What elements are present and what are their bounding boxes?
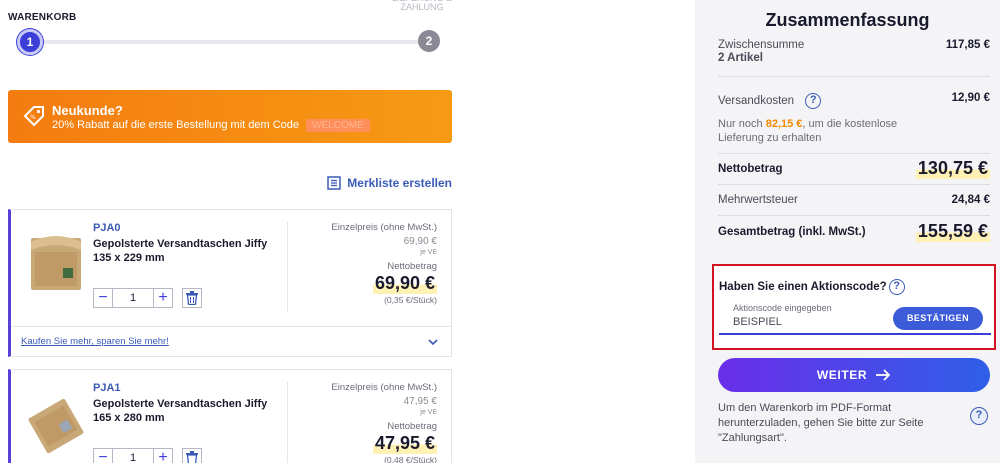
padded-envelope-image	[31, 236, 81, 290]
unit-price: 69,90 €	[403, 236, 437, 247]
trash-icon	[186, 291, 198, 305]
grand-total-value: 155,59 €	[915, 221, 990, 242]
vat-label: Mehrwertsteuer	[718, 194, 798, 206]
promo-help-icon[interactable]: ?	[888, 279, 905, 295]
step-2-label: LIEFERUNG & ZAHLUNG	[392, 0, 452, 12]
net-price: 47,95 €	[372, 433, 437, 454]
remove-item-button[interactable]	[182, 448, 202, 463]
promo-code-badge: WELCOME	[306, 119, 370, 132]
price-per-piece: (0,48 €/Stück)	[384, 455, 437, 463]
free-shipping-note: Nur noch 82,15 €, um die kostenlose Lief…	[718, 117, 908, 145]
shipping-label: Versandkosten	[718, 95, 795, 108]
pdf-download-note: Um den Warenkorb im PDF-Format herunterz…	[718, 402, 924, 444]
promo-text: 20% Rabatt auf die erste Bestellung mit …	[52, 119, 370, 132]
price-block: Einzelpreis (ohne MwSt.) 47,95 € je VE N…	[287, 382, 437, 463]
promo-code-field-label: Aktionscode eingegeben	[733, 303, 832, 313]
chevron-down-icon[interactable]	[427, 336, 439, 348]
shipping-help-icon[interactable]: ?	[805, 93, 822, 109]
quantity-input[interactable]: 1	[113, 288, 153, 308]
wishlist-label: Merkliste erstellen	[347, 176, 452, 190]
promo-code-heading: Haben Sie einen Aktionscode? ?	[719, 279, 905, 295]
checkout-stepper: WARENKORB LIEFERUNG & ZAHLUNG 1 2	[8, 0, 452, 60]
subtotal-value: 117,85 €	[945, 39, 990, 51]
grand-total-label: Gesamtbetrag (inkl. MwSt.)	[718, 226, 866, 238]
unit-price-label: Einzelpreis (ohne MwSt.)	[331, 382, 437, 393]
quantity-stepper: − 1 +	[93, 288, 202, 308]
price-per-piece: (0,35 €/Stück)	[384, 295, 437, 305]
create-wishlist-link[interactable]: Merkliste erstellen	[327, 176, 452, 190]
unit-suffix: je VE	[420, 249, 437, 256]
unit-suffix: je VE	[420, 409, 437, 416]
free-note-amount: 82,15 €	[765, 118, 803, 130]
net-price-label: Nettobetrag	[387, 421, 437, 432]
product-sku[interactable]: PJA0	[93, 222, 121, 234]
step-1-circle[interactable]: 1	[17, 29, 43, 55]
continue-button[interactable]: WEITER	[718, 358, 990, 392]
subtotal-row: Zwischensumme 2 Artikel 117,85 €	[718, 39, 990, 64]
unit-price-label: Einzelpreis (ohne MwSt.)	[331, 222, 437, 233]
promo-code-title: Haben Sie einen Aktionscode?	[719, 281, 887, 293]
arrow-right-icon	[876, 369, 891, 381]
increase-quantity-button[interactable]: +	[153, 448, 173, 463]
subtotal-label: Zwischensumme	[718, 39, 805, 51]
price-block: Einzelpreis (ohne MwSt.) 69,90 € je VE N…	[287, 222, 437, 312]
decrease-quantity-button[interactable]: −	[93, 288, 113, 308]
padded-envelope-image	[28, 398, 84, 454]
cart-item: PJA1 Gepolsterte Versandtaschen Jiffy 16…	[8, 369, 452, 463]
order-summary-panel: Zusammenfassung Zwischensumme 2 Artikel …	[695, 0, 1000, 463]
confirm-promo-button[interactable]: BESTÄTIGEN	[893, 307, 983, 330]
vat-row: Mehrwertsteuer 24,84 €	[718, 194, 990, 206]
new-customer-banner: % Neukunde? 20% Rabatt auf die erste Bes…	[8, 90, 452, 143]
grand-total-row: Gesamtbetrag (inkl. MwSt.) 155,59 €	[718, 221, 990, 242]
net-total-value: 130,75 €	[915, 158, 990, 179]
promo-title: Neukunde?	[52, 103, 123, 118]
unit-price: 47,95 €	[403, 396, 437, 407]
discount-tag-icon: %	[23, 106, 44, 127]
step-1-label: WARENKORB	[8, 12, 77, 23]
summary-divider	[718, 153, 990, 154]
pdf-help-icon[interactable]: ?	[970, 407, 988, 425]
product-sku[interactable]: PJA1	[93, 382, 121, 394]
summary-divider	[718, 76, 990, 77]
trash-icon	[186, 451, 198, 463]
cart-column: WARENKORB LIEFERUNG & ZAHLUNG 1 2 % Neuk…	[0, 0, 470, 463]
list-icon	[327, 176, 342, 190]
free-note-prefix: Nur noch	[718, 118, 763, 130]
summary-divider	[718, 215, 990, 216]
promo-code-box: Haben Sie einen Aktionscode? ? Aktionsco…	[712, 264, 996, 350]
net-total-label: Nettobetrag	[718, 163, 783, 175]
increase-quantity-button[interactable]: +	[153, 288, 173, 308]
net-price-label: Nettobetrag	[387, 261, 437, 272]
decrease-quantity-button[interactable]: −	[93, 448, 113, 463]
continue-label: WEITER	[816, 368, 868, 382]
vat-value: 24,84 €	[951, 194, 990, 206]
summary-divider	[718, 184, 990, 185]
subtotal-item-count: 2 Artikel	[718, 52, 763, 64]
product-name[interactable]: Gepolsterte Versandtaschen Jiffy 135 x 2…	[93, 237, 273, 265]
volume-discount-link[interactable]: Kaufen Sie mehr, sparen Sie mehr!	[21, 336, 169, 347]
summary-title: Zusammenfassung	[765, 10, 930, 30]
promo-description: 20% Rabatt auf die erste Bestellung mit …	[52, 119, 300, 131]
shipping-value: 12,90 €	[951, 92, 990, 104]
remove-item-button[interactable]	[182, 288, 202, 308]
volume-discount-row[interactable]: Kaufen Sie mehr, sparen Sie mehr!	[11, 326, 451, 356]
quantity-stepper: − 1 +	[93, 448, 202, 463]
net-total-row: Nettobetrag 130,75 €	[718, 158, 990, 179]
shipping-row: Versandkosten ? 12,90 €	[718, 92, 990, 109]
net-price: 69,90 €	[372, 273, 437, 294]
stepper-track	[32, 40, 430, 44]
promo-code-input[interactable]: Aktionscode eingegeben BEISPIEL BESTÄTIG…	[719, 299, 991, 335]
promo-code-field-value[interactable]: BEISPIEL	[733, 316, 782, 328]
step-2-circle[interactable]: 2	[418, 30, 440, 52]
product-name[interactable]: Gepolsterte Versandtaschen Jiffy 165 x 2…	[93, 397, 273, 425]
cart-item: PJA0 Gepolsterte Versandtaschen Jiffy 13…	[8, 209, 452, 357]
svg-text:%: %	[30, 114, 36, 121]
quantity-input[interactable]: 1	[113, 448, 153, 463]
